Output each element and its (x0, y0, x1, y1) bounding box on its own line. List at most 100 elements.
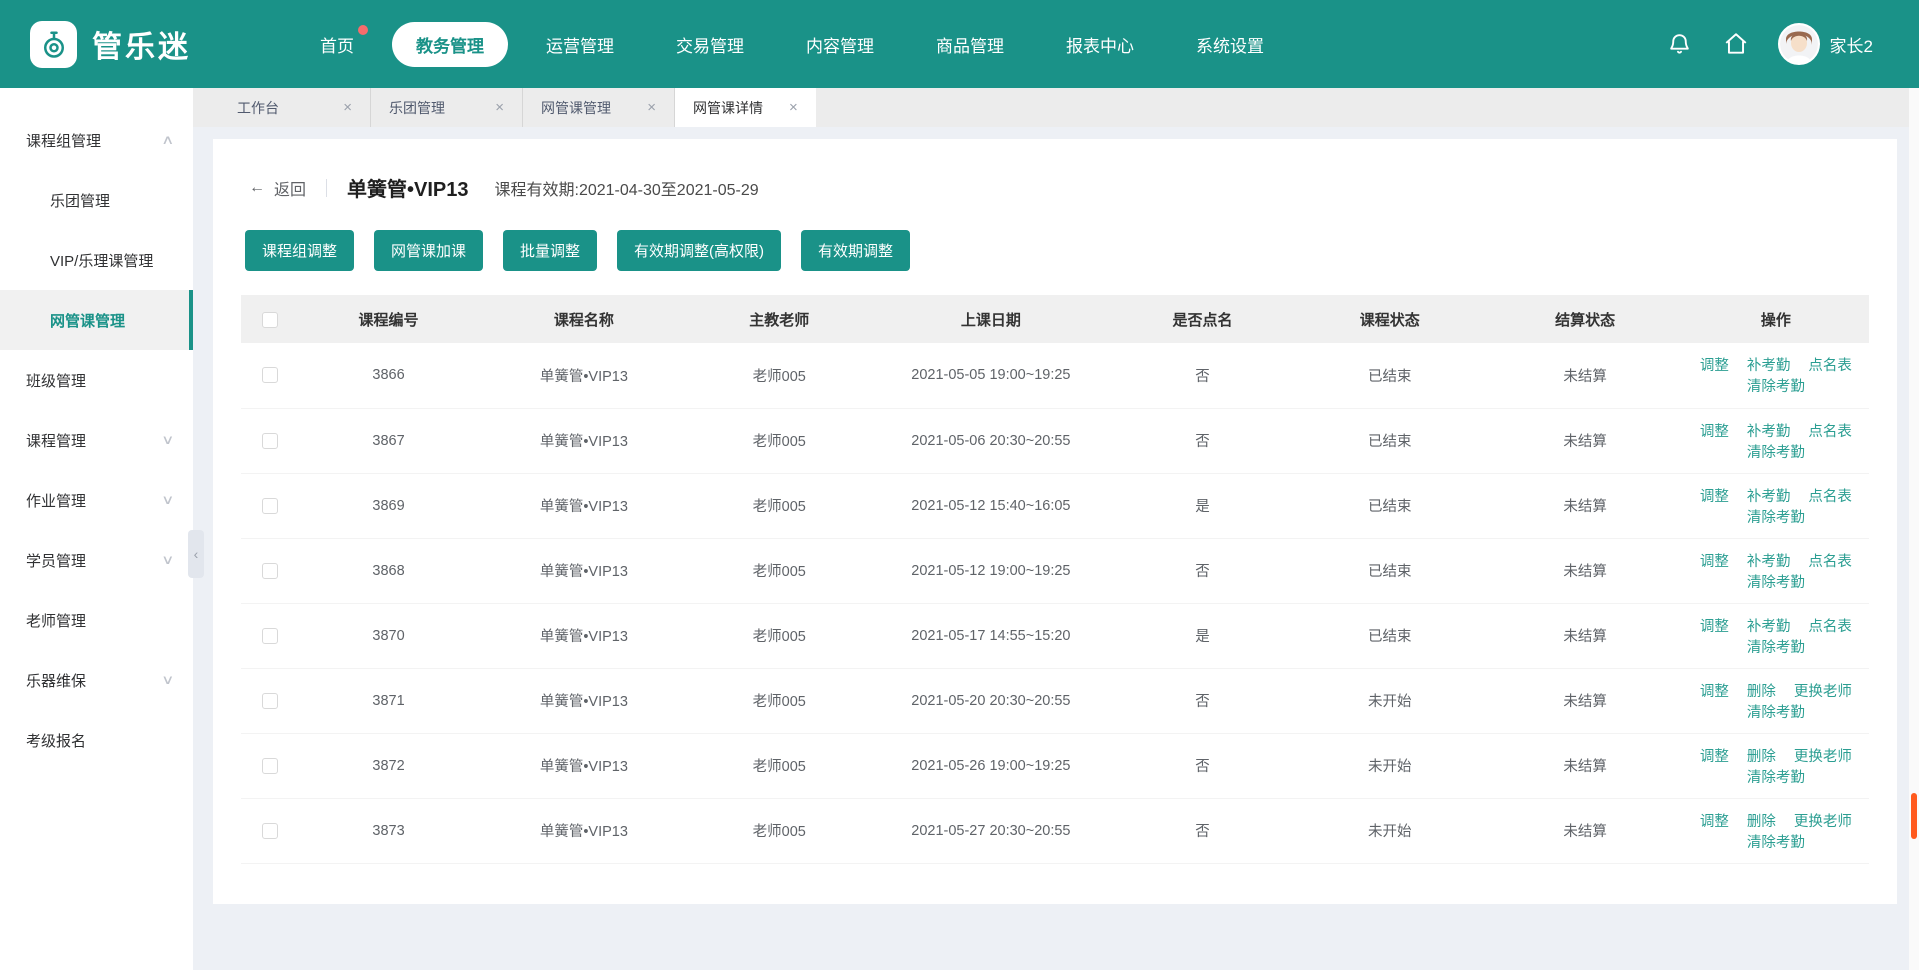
cell-rollcall: 是 (1113, 603, 1292, 668)
sidebar-item-9[interactable]: 乐器维保∨ (0, 650, 193, 710)
toolbar-button-1[interactable]: 网管课加课 (374, 230, 483, 271)
action-link[interactable]: 补考勤 (1747, 554, 1791, 570)
tab-label: 乐团管理 (389, 98, 445, 118)
sidebar-item-label: 老师管理 (26, 610, 86, 631)
nav-item-1[interactable]: 教务管理 (392, 22, 508, 67)
row-actions: 调整 补考勤 点名表清除考勤 (1683, 473, 1869, 538)
sidebar-item-0[interactable]: 课程组管理∧ (0, 110, 193, 170)
action-link[interactable]: 更换老师 (1794, 814, 1852, 830)
action-link[interactable]: 更换老师 (1794, 684, 1852, 700)
action-link[interactable]: 点名表 (1808, 619, 1852, 635)
tab-2[interactable]: 网管课管理× (523, 88, 675, 127)
table-row: 3867单簧管•VIP13老师0052021-05-06 20:30~20:55… (241, 408, 1869, 473)
nav-item-7[interactable]: 系统设置 (1172, 22, 1288, 67)
action-link[interactable]: 清除考勤 (1747, 835, 1805, 851)
action-link[interactable]: 调整 (1700, 554, 1729, 570)
sidebar-item-3[interactable]: 网管课管理 (0, 290, 193, 350)
table-row: 3872单簧管•VIP13老师0052021-05-26 19:00~19:25… (241, 733, 1869, 798)
row-checkbox[interactable] (262, 823, 278, 839)
action-link[interactable]: 清除考勤 (1747, 379, 1805, 395)
nav-item-3[interactable]: 交易管理 (652, 22, 768, 67)
tab-1[interactable]: 乐团管理 × (371, 88, 523, 127)
cell-teacher: 老师005 (690, 343, 869, 408)
close-icon[interactable]: × (495, 99, 504, 116)
header-divider (326, 179, 327, 197)
action-link[interactable]: 补考勤 (1747, 424, 1791, 440)
toolbar-button-3[interactable]: 有效期调整(高权限) (617, 230, 781, 271)
select-all-checkbox[interactable] (262, 312, 278, 328)
action-link[interactable]: 点名表 (1808, 489, 1852, 505)
cell-name: 单簧管•VIP13 (478, 603, 690, 668)
toolbar-button-4[interactable]: 有效期调整 (801, 230, 910, 271)
action-link[interactable]: 调整 (1700, 358, 1729, 374)
sidebar-item-5[interactable]: 课程管理∨ (0, 410, 193, 470)
action-link[interactable]: 更换老师 (1794, 749, 1852, 765)
row-checkbox[interactable] (262, 498, 278, 514)
cell-settle: 未结算 (1487, 343, 1682, 408)
action-link[interactable]: 点名表 (1808, 358, 1852, 374)
action-link[interactable]: 调整 (1700, 684, 1729, 700)
toolbar-button-0[interactable]: 课程组调整 (245, 230, 354, 271)
table-row: 3869单簧管•VIP13老师0052021-05-12 15:40~16:05… (241, 473, 1869, 538)
close-icon[interactable]: × (789, 99, 798, 116)
cell-status: 已结束 (1292, 538, 1487, 603)
sidebar-item-4[interactable]: 班级管理 (0, 350, 193, 410)
action-link[interactable]: 清除考勤 (1747, 640, 1805, 656)
action-link[interactable]: 补考勤 (1747, 489, 1791, 505)
nav-item-2[interactable]: 运营管理 (522, 22, 638, 67)
action-link[interactable]: 删除 (1747, 749, 1776, 765)
action-link[interactable]: 清除考勤 (1747, 510, 1805, 526)
action-link[interactable]: 点名表 (1808, 554, 1852, 570)
action-link[interactable]: 补考勤 (1747, 358, 1791, 374)
action-link[interactable]: 清除考勤 (1747, 770, 1805, 786)
chevron-up-icon: ∧ (162, 132, 175, 148)
nav-item-label: 教务管理 (416, 37, 484, 56)
action-link[interactable]: 调整 (1700, 814, 1729, 830)
action-link[interactable]: 补考勤 (1747, 619, 1791, 635)
home-icon[interactable] (1722, 30, 1750, 58)
action-link[interactable]: 清除考勤 (1747, 575, 1805, 591)
close-icon[interactable]: × (343, 99, 352, 116)
tab-0[interactable]: 工作台× (219, 88, 371, 127)
nav-item-0[interactable]: 首页 (296, 22, 378, 67)
sidebar-item-8[interactable]: 老师管理 (0, 590, 193, 650)
back-button[interactable]: ← 返回 (249, 176, 306, 200)
action-link[interactable]: 点名表 (1808, 424, 1852, 440)
action-link[interactable]: 清除考勤 (1747, 445, 1805, 461)
sidebar-item-6[interactable]: 作业管理∨ (0, 470, 193, 530)
action-link[interactable]: 调整 (1700, 619, 1729, 635)
sidebar-item-1[interactable]: 乐团管理 (0, 170, 193, 230)
tab-3[interactable]: 网管课详情× (675, 88, 816, 127)
action-link[interactable]: 删除 (1747, 814, 1776, 830)
cell-status: 未开始 (1292, 668, 1487, 733)
cell-settle: 未结算 (1487, 668, 1682, 733)
cell-settle: 未结算 (1487, 603, 1682, 668)
row-checkbox[interactable] (262, 563, 278, 579)
bell-icon[interactable] (1666, 30, 1694, 58)
nav-item-4[interactable]: 内容管理 (782, 22, 898, 67)
table-body: 3866单簧管•VIP13老师0052021-05-05 19:00~19:25… (241, 343, 1869, 863)
close-icon[interactable]: × (647, 99, 656, 116)
action-link[interactable]: 调整 (1700, 749, 1729, 765)
toolbar-button-2[interactable]: 批量调整 (503, 230, 597, 271)
scrollbar-thumb[interactable] (1911, 793, 1917, 839)
action-link[interactable]: 调整 (1700, 489, 1729, 505)
content-area: ← 返回 单簧管•VIP13 课程有效期:2021-04-30至2021-05-… (193, 127, 1919, 970)
nav-item-5[interactable]: 商品管理 (912, 22, 1028, 67)
user-menu[interactable]: 家长2 (1778, 23, 1873, 65)
action-link[interactable]: 清除考勤 (1747, 705, 1805, 721)
sidebar-item-7[interactable]: 学员管理∨ (0, 530, 193, 590)
row-checkbox[interactable] (262, 433, 278, 449)
sidebar-item-10[interactable]: 考级报名 (0, 710, 193, 770)
nav-item-6[interactable]: 报表中心 (1042, 22, 1158, 67)
sidebar-item-2[interactable]: VIP/乐理课管理 (0, 230, 193, 290)
row-checkbox[interactable] (262, 693, 278, 709)
column-header: 主教老师 (690, 295, 869, 343)
row-checkbox[interactable] (262, 628, 278, 644)
action-link[interactable]: 调整 (1700, 424, 1729, 440)
row-checkbox[interactable] (262, 758, 278, 774)
action-link[interactable]: 删除 (1747, 684, 1776, 700)
cell-id: 3872 (299, 733, 478, 798)
row-checkbox[interactable] (262, 367, 278, 383)
sidebar-collapse-handle[interactable]: ‹ (188, 530, 204, 578)
